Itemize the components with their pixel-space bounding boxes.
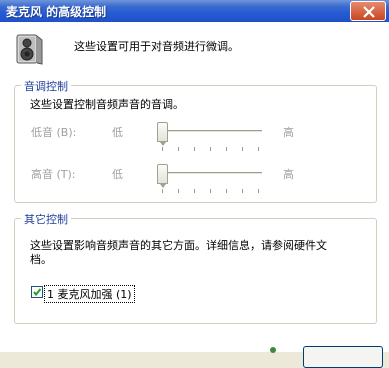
- title-bar[interactable]: 麦克风 的高级控制: [0, 0, 389, 22]
- mic-boost-label[interactable]: 1 麦克风加强 (1): [44, 285, 135, 303]
- close-icon: [363, 6, 375, 18]
- treble-high-label: 高: [283, 168, 294, 181]
- other-control-description-line2: 档。: [30, 253, 52, 266]
- treble-slider-track[interactable]: [158, 172, 262, 175]
- intro-text: 这些设置可用于对音频进行微调。: [74, 40, 239, 53]
- treble-slider-thumb[interactable]: [157, 164, 168, 188]
- status-dot: [270, 347, 276, 353]
- other-control-group: 其它控制: [14, 211, 377, 324]
- tone-control-legend: 音调控制: [21, 78, 71, 94]
- treble-low-label: 低: [112, 168, 123, 181]
- other-control-description-line1: 这些设置影响音频声音的其它方面。详细信息，请参阅硬件文: [30, 239, 327, 252]
- window-title: 麦克风 的高级控制: [6, 5, 107, 19]
- mic-boost-checkbox[interactable]: [31, 286, 43, 298]
- bass-label: 低音 (B):: [31, 126, 77, 139]
- close-dialog-button[interactable]: [303, 346, 383, 368]
- checkmark-icon: [33, 288, 42, 297]
- other-control-legend: 其它控制: [21, 211, 71, 227]
- treble-label: 高音 (T):: [31, 168, 76, 181]
- treble-slider-ticks: [162, 189, 260, 193]
- bass-slider-track[interactable]: [158, 130, 262, 133]
- bass-low-label: 低: [112, 126, 123, 139]
- bass-slider-thumb[interactable]: [157, 122, 168, 146]
- speaker-icon: [16, 34, 43, 65]
- close-button[interactable]: [350, 1, 386, 21]
- bass-high-label: 高: [283, 126, 294, 139]
- tone-control-description: 这些设置控制音频声音的音调。: [30, 98, 184, 111]
- bass-slider-ticks: [162, 147, 260, 151]
